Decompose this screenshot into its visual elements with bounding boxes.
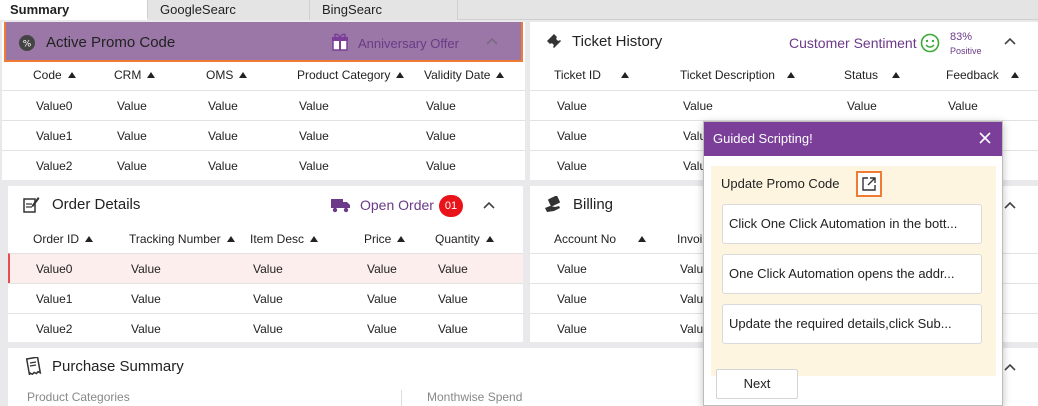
chevron-up-icon[interactable]: [1004, 201, 1016, 209]
col-header-crm[interactable]: CRM: [114, 68, 156, 82]
product-categories-label: Product Categories: [27, 390, 130, 404]
guided-step-3[interactable]: Update the required details,click Sub...: [722, 304, 982, 344]
ticket-icon: [547, 34, 561, 48]
svg-text:%: %: [23, 40, 32, 50]
guided-dialog-title: Guided Scripting!: [713, 131, 813, 146]
edit-document-icon: [23, 197, 40, 213]
col-header-ticket-description[interactable]: Ticket Description: [680, 68, 795, 82]
open-order-count-badge: 01: [439, 195, 463, 217]
chevron-up-icon[interactable]: [1004, 37, 1016, 45]
col-header-quantity[interactable]: Quantity: [435, 232, 494, 246]
open-order-link[interactable]: Open Order: [360, 197, 434, 213]
sort-asc-icon: [397, 236, 406, 242]
table-row[interactable]: Value1 Value Value Value Value: [8, 283, 523, 313]
order-table-header: Order ID Tracking Number Item Desc Price…: [8, 232, 523, 252]
next-button[interactable]: Next: [716, 369, 798, 399]
col-header-status[interactable]: Status: [844, 68, 901, 82]
sort-asc-icon: [786, 72, 795, 78]
billing-panel-title: Billing: [573, 196, 614, 213]
smiley-icon: [920, 33, 940, 53]
promo-panel: % Active Promo Code Anniversary Offer Co…: [2, 22, 525, 180]
guided-step-1[interactable]: Click One Click Automation in the bott..…: [722, 204, 982, 244]
sort-asc-icon: [620, 72, 629, 78]
sort-asc-icon: [496, 72, 505, 78]
percent-badge-icon: %: [19, 35, 35, 51]
col-header-invoice[interactable]: Invoi: [677, 232, 702, 246]
open-external-button[interactable]: [856, 171, 882, 197]
external-link-icon: [862, 177, 876, 191]
sort-asc-icon: [638, 236, 647, 242]
sentiment-percent: 83%: [950, 31, 973, 43]
tab-bingsearch[interactable]: BingSearc: [310, 0, 458, 20]
col-header-item-desc[interactable]: Item Desc: [250, 232, 319, 246]
guided-steps-area: Update Promo Code Click One Click Automa…: [711, 166, 996, 376]
promo-table-header: Code CRM OMS Product Category Validity D…: [2, 68, 525, 88]
col-header-feedback[interactable]: Feedback: [946, 68, 1019, 82]
guided-scripting-dialog: Guided Scripting! Update Promo Code Clic…: [703, 121, 1003, 406]
col-header-ticket-id[interactable]: Ticket ID: [554, 68, 629, 82]
col-header-code[interactable]: Code: [33, 68, 76, 82]
col-header-price[interactable]: Price: [364, 232, 406, 246]
sort-asc-icon: [239, 72, 248, 78]
sort-asc-icon: [147, 72, 156, 78]
customer-sentiment-label: Customer Sentiment: [789, 35, 917, 51]
col-header-account-no[interactable]: Account No: [554, 232, 647, 246]
divider: [401, 390, 402, 406]
gift-icon: [332, 33, 348, 51]
ticket-panel-header[interactable]: Ticket History Customer Sentiment 83% Po…: [530, 22, 1038, 62]
promo-panel-header[interactable]: % Active Promo Code Anniversary Offer: [4, 22, 523, 62]
tab-summary[interactable]: Summary: [0, 0, 148, 20]
sentiment-text: Positive: [950, 46, 982, 56]
col-header-order-id[interactable]: Order ID: [33, 232, 94, 246]
col-header-product-category[interactable]: Product Category: [297, 68, 405, 82]
col-header-validity-date[interactable]: Validity Date: [424, 68, 505, 82]
sort-asc-icon: [485, 236, 494, 242]
sort-asc-icon: [85, 236, 94, 242]
chevron-up-icon[interactable]: [486, 37, 498, 45]
anniversary-offer-link[interactable]: Anniversary Offer: [358, 36, 459, 51]
tab-googlesearch[interactable]: GoogleSearc: [148, 0, 310, 20]
col-header-oms[interactable]: OMS: [206, 68, 248, 82]
table-row[interactable]: Value Value Value Value: [530, 90, 1038, 120]
order-details-panel: Order Details Open Order 01 Order ID Tra…: [8, 186, 523, 342]
order-panel-title: Order Details: [52, 196, 141, 213]
top-tab-bar: Summary GoogleSearc BingSearc: [0, 0, 1038, 20]
table-row-selected[interactable]: Value0 Value Value Value Value: [8, 253, 523, 283]
chevron-up-icon[interactable]: [1004, 363, 1016, 371]
order-panel-header[interactable]: Order Details Open Order 01: [8, 186, 523, 226]
sort-asc-icon: [1010, 72, 1019, 78]
sort-asc-icon: [396, 72, 405, 78]
close-icon[interactable]: [978, 131, 992, 145]
sort-asc-icon: [892, 72, 901, 78]
table-row[interactable]: Value0 Value Value Value Value: [2, 90, 525, 120]
purchase-panel-title: Purchase Summary: [52, 358, 184, 375]
sort-asc-icon: [226, 236, 235, 242]
col-header-tracking-number[interactable]: Tracking Number: [129, 232, 235, 246]
receipt-icon: [25, 357, 42, 375]
ticket-table-header: Ticket ID Ticket Description Status Feed…: [530, 68, 1038, 88]
promo-panel-title: Active Promo Code: [46, 34, 176, 51]
monthwise-spend-label: Monthwise Spend: [427, 390, 523, 404]
table-row[interactable]: Value2 Value Value Value Value: [8, 313, 523, 342]
guided-dialog-header: Guided Scripting!: [704, 122, 1002, 156]
delivery-truck-icon: [331, 199, 350, 213]
ticket-panel-title: Ticket History: [572, 33, 663, 50]
step-title: Update Promo Code: [721, 176, 840, 191]
table-row[interactable]: Value1 Value Value Value Value: [2, 120, 525, 150]
guided-step-2[interactable]: One Click Automation opens the addr...: [722, 254, 982, 294]
billing-hand-icon: [545, 196, 560, 212]
table-row[interactable]: Value2 Value Value Value Value: [2, 150, 525, 180]
sort-asc-icon: [310, 236, 319, 242]
chevron-up-icon[interactable]: [483, 201, 495, 209]
sort-asc-icon: [67, 72, 76, 78]
